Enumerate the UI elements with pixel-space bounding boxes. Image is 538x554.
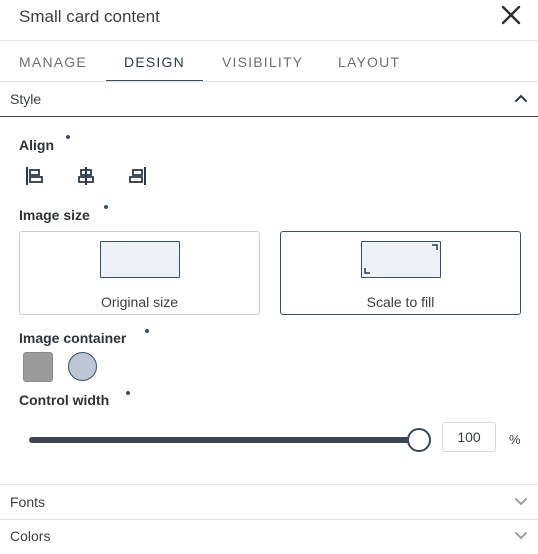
image-size-original-option[interactable]: Original size [19, 231, 260, 315]
align-right-icon[interactable] [128, 166, 148, 186]
container-circle-option[interactable] [68, 352, 97, 381]
chevron-up-icon [515, 94, 527, 102]
required-dot [145, 329, 149, 333]
align-label: Align [19, 137, 54, 153]
colors-section-header[interactable]: Colors [0, 519, 538, 553]
image-size-scale-option[interactable]: Scale to fill [280, 231, 521, 315]
required-dot [66, 135, 70, 139]
chevron-down-icon [515, 532, 527, 540]
container-square-option[interactable] [23, 352, 53, 382]
style-section-label: Style [10, 91, 42, 107]
scale-corners-icon [364, 244, 438, 274]
fonts-section-label: Fonts [10, 494, 46, 510]
scale-to-fill-preview [361, 241, 441, 278]
style-section-header[interactable]: Style [0, 82, 538, 117]
control-width-unit: % [509, 432, 521, 447]
fonts-section-header[interactable]: Fonts [0, 484, 538, 520]
control-width-input[interactable] [442, 422, 496, 452]
panel-title: Small card content [19, 7, 160, 26]
control-width-slider-thumb[interactable] [407, 428, 431, 452]
align-left-icon[interactable] [24, 166, 44, 186]
required-dot [104, 205, 108, 209]
required-dot [126, 391, 130, 395]
colors-section-label: Colors [10, 528, 51, 544]
original-size-caption: Original size [100, 294, 179, 310]
original-size-preview [100, 241, 180, 278]
panel-header: Small card content [0, 0, 538, 41]
scale-to-fill-caption: Scale to fill [366, 294, 435, 310]
image-container-label: Image container [19, 330, 127, 346]
control-width-slider-track[interactable] [29, 437, 421, 443]
chevron-down-icon [515, 498, 527, 506]
control-width-label: Control width [19, 392, 110, 408]
align-center-icon[interactable] [76, 166, 96, 186]
image-size-label: Image size [19, 207, 90, 223]
tab-bar: MANAGE DESIGN VISIBILITY LAYOUT [0, 40, 538, 82]
close-icon[interactable] [500, 4, 522, 26]
tab-visibility[interactable]: VISIBILITY [222, 40, 302, 81]
tab-design[interactable]: DESIGN [106, 40, 203, 81]
tab-layout[interactable]: LAYOUT [338, 40, 399, 81]
tab-manage[interactable]: MANAGE [19, 40, 87, 81]
